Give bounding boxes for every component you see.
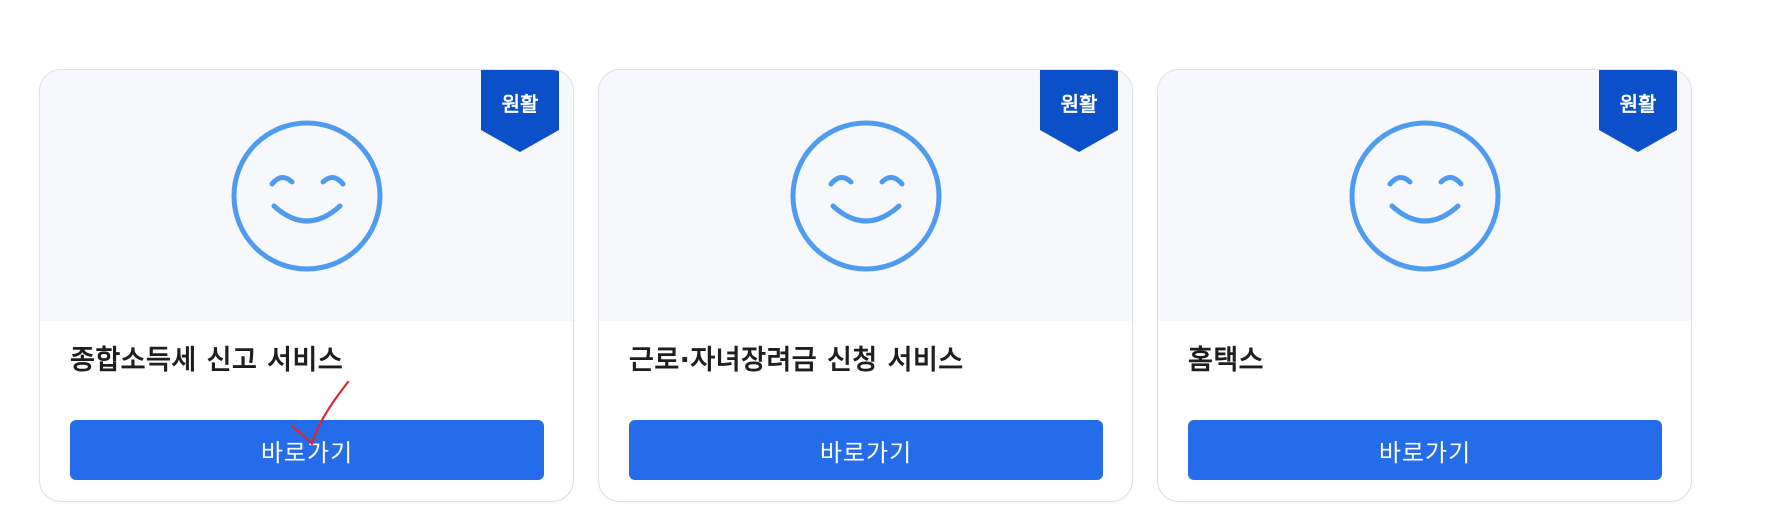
service-card-earned-income-credit: 원활 근로·자녀장려금 신청 서비스 바로가기 (598, 69, 1133, 502)
card-title: 홈택스 (1188, 345, 1265, 376)
card-title: 근로·자녀장려금 신청 서비스 (629, 345, 964, 376)
status-label: 원활 (1619, 92, 1657, 116)
status-label: 원활 (1060, 92, 1098, 116)
smiley-face-icon (790, 120, 941, 271)
service-card-hometax: 원활 홈택스 바로가기 (1157, 69, 1692, 502)
go-button[interactable]: 바로가기 (1188, 420, 1662, 480)
smiley-face-icon (1349, 120, 1500, 271)
status-badge: 원활 (1599, 70, 1677, 152)
card-title: 종합소득세 신고 서비스 (70, 345, 344, 376)
status-label: 원활 (501, 92, 539, 116)
service-card-income-tax: 원활 종합소득세 신고 서비스 바로가기 (39, 69, 574, 502)
go-button[interactable]: 바로가기 (70, 420, 544, 480)
smiley-face-icon (231, 120, 382, 271)
go-button[interactable]: 바로가기 (629, 420, 1103, 480)
status-badge: 원활 (481, 70, 559, 152)
service-card-list: 원활 종합소득세 신고 서비스 바로가기 원활 근로·자녀장려금 신청 서비스 … (39, 69, 1692, 502)
status-badge: 원활 (1040, 70, 1118, 152)
